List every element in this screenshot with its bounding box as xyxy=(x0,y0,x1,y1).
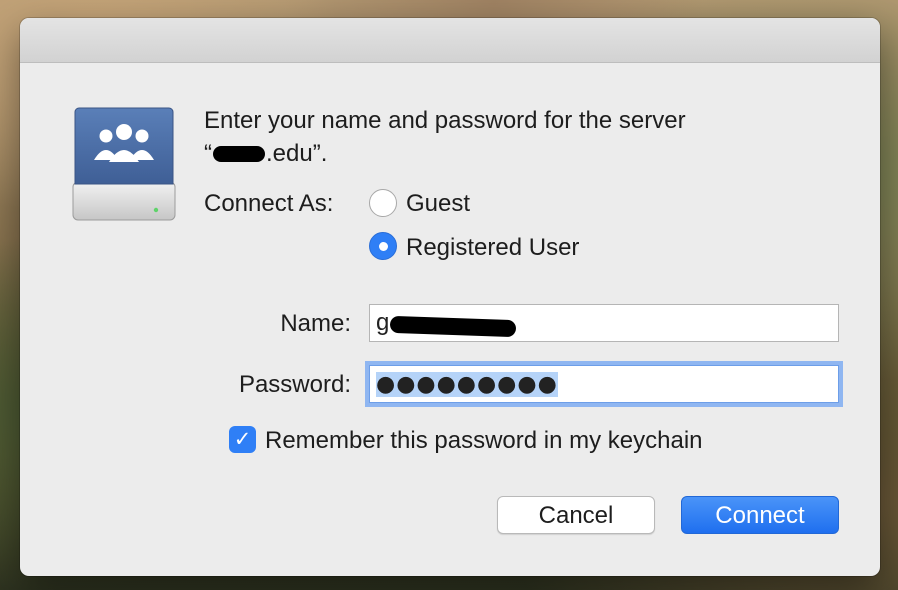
name-field-value: g xyxy=(376,309,390,336)
registered-user-radio-label[interactable]: Registered User xyxy=(406,234,579,262)
prompt-open-quote: “ xyxy=(204,140,212,167)
prompt-line-2: “ .edu”. xyxy=(204,137,804,170)
cancel-button[interactable]: Cancel xyxy=(497,496,655,534)
remember-password-checkbox[interactable]: ✓ xyxy=(229,426,256,453)
password-field[interactable]: ●●●●●●●●● xyxy=(369,365,839,403)
password-label: Password: xyxy=(238,371,351,398)
connect-as-label: Connect As: xyxy=(204,190,334,217)
name-redaction xyxy=(389,315,517,338)
server-prompt: Enter your name and password for the ser… xyxy=(204,104,804,170)
remember-password-label[interactable]: Remember this password in my keychain xyxy=(265,427,703,455)
server-domain: .edu”. xyxy=(266,140,328,167)
connect-button[interactable]: Connect xyxy=(681,496,839,534)
network-server-icon xyxy=(72,107,176,221)
name-field[interactable]: g xyxy=(369,304,839,342)
password-field-value: ●●●●●●●●● xyxy=(376,372,558,397)
dialog-titlebar[interactable] xyxy=(20,18,880,63)
connect-to-server-dialog: Enter your name and password for the ser… xyxy=(20,18,880,576)
checkmark-icon: ✓ xyxy=(233,427,252,451)
guest-radio-label[interactable]: Guest xyxy=(406,190,470,218)
prompt-line-1: Enter your name and password for the ser… xyxy=(204,107,686,134)
name-label: Name: xyxy=(280,310,351,337)
registered-user-radio[interactable] xyxy=(369,232,397,260)
server-name-redaction xyxy=(213,146,265,162)
guest-radio[interactable] xyxy=(369,189,397,217)
